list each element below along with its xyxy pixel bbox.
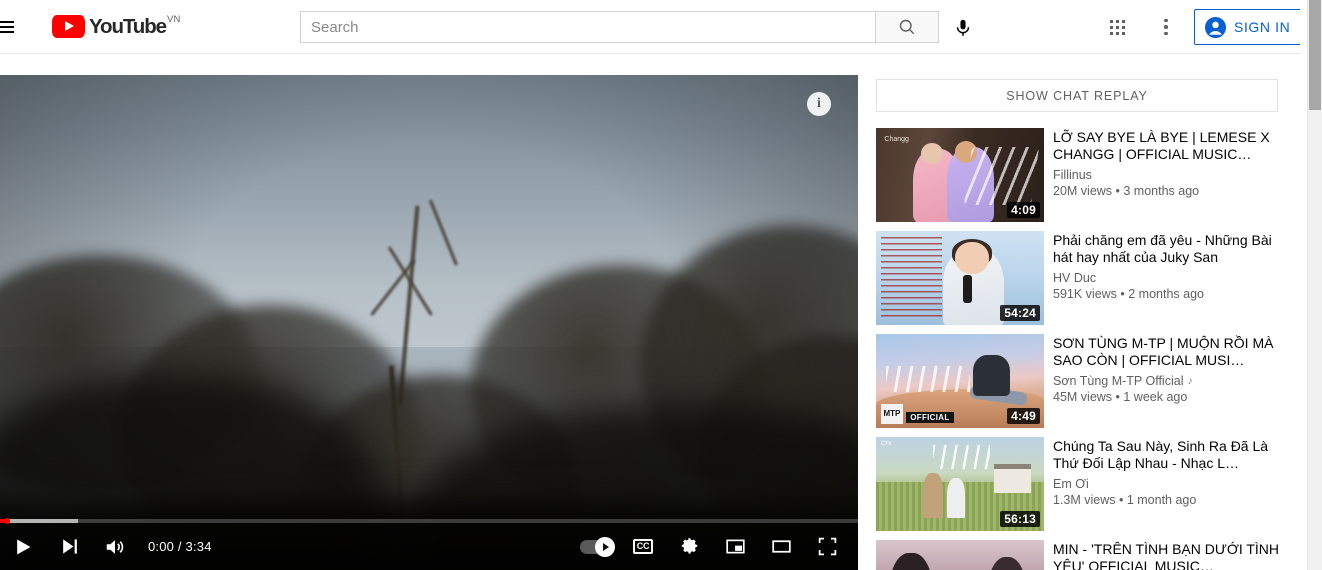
search-icon [899, 19, 915, 35]
microphone-icon [956, 19, 970, 36]
channel-name: Em Ơi [1053, 477, 1089, 491]
video-title[interactable]: Chúng Ta Sau Này, Sinh Ra Đã Là Thứ Đối … [1053, 438, 1279, 471]
video-title[interactable]: MIN - 'TRÊN TÌNH BẠN DƯỚI TÌNH YÊU' OFFI… [1053, 541, 1279, 570]
video-info: MIN - 'TRÊN TÌNH BẠN DƯỚI TÌNH YÊU' OFFI… [1044, 540, 1279, 570]
thumbnail-art [876, 540, 1044, 570]
video-duration: 4:49 [1007, 408, 1040, 424]
autoplay-toggle[interactable] [574, 523, 620, 570]
play-button[interactable] [0, 523, 46, 570]
page-scrollbar[interactable] [1307, 0, 1322, 570]
time-display: 0:00 / 3:34 [148, 539, 212, 554]
video-duration: 54:24 [1000, 305, 1040, 321]
voice-search-button[interactable] [946, 11, 980, 45]
guide-menu-button[interactable] [0, 0, 24, 54]
youtube-wordmark: YouTube [89, 14, 167, 38]
search-button[interactable] [875, 11, 939, 43]
related-videos-sidebar: SHOW CHAT REPLAY Changg 4:09 LỠ SAY BYE … [876, 75, 1300, 570]
search-bar [300, 11, 939, 43]
video-channel[interactable]: HV Duc [1053, 270, 1279, 286]
thumbnail-logo: MTP [881, 403, 903, 425]
page-right-margin [1300, 0, 1307, 570]
channel-badge-icon: ♪ [1187, 375, 1193, 387]
next-video-button[interactable] [46, 523, 92, 570]
video-thumbnail[interactable]: MTP OFFICIAL 4:49 [876, 334, 1044, 428]
fullscreen-icon [818, 537, 836, 556]
grid-apps-icon [1109, 19, 1125, 35]
related-video-item[interactable]: MIN - 'TRÊN TÌNH BẠN DƯỚI TÌNH YÊU' OFFI… [876, 540, 1288, 570]
play-icon [17, 539, 31, 554]
related-video-item[interactable]: Chx 56:13 Chúng Ta Sau Này, Sinh Ra Đã L… [876, 437, 1288, 531]
video-player[interactable]: i 0:00 / 3:34 CC [0, 75, 858, 570]
youtube-apps-button[interactable] [1101, 11, 1133, 43]
sign-in-button[interactable]: SIGN IN [1194, 9, 1303, 45]
related-video-item[interactable]: MTP OFFICIAL 4:49 SƠN TÙNG M-TP | MUỘN R… [876, 334, 1288, 428]
mute-button[interactable] [92, 523, 138, 570]
video-channel[interactable]: Sơn Tùng M-TP Official ♪ [1053, 373, 1279, 389]
video-info-button[interactable]: i [807, 92, 831, 116]
thumbnail-caption: OFFICIAL [906, 412, 954, 424]
related-video-item[interactable]: 54:24 Phải chăng em đã yêu - Những Bài h… [876, 231, 1288, 325]
sign-in-label: SIGN IN [1234, 19, 1291, 35]
show-chat-replay-label: SHOW CHAT REPLAY [1006, 88, 1148, 103]
player-controls: 0:00 / 3:34 CC [0, 523, 858, 570]
fullscreen-button[interactable] [804, 523, 850, 570]
video-info: Chúng Ta Sau Này, Sinh Ra Đã Là Thứ Đối … [1044, 437, 1279, 531]
video-title[interactable]: Phải chăng em đã yêu - Những Bài hát hay… [1053, 232, 1279, 265]
show-chat-replay-button[interactable]: SHOW CHAT REPLAY [876, 79, 1278, 112]
kebab-dot [1164, 31, 1168, 36]
player-controls-right: CC [574, 523, 858, 570]
channel-name: Sơn Tùng M-TP Official [1053, 374, 1184, 388]
youtube-logo[interactable]: YouTube VN [52, 0, 181, 54]
video-thumbnail[interactable]: Chx 56:13 [876, 437, 1044, 531]
video-title[interactable]: LỠ SAY BYE LÀ BYE | LEMESE X CHANGG | OF… [1053, 129, 1279, 162]
video-meta: 1.3M views • 1 month ago [1053, 493, 1197, 507]
volume-icon [106, 539, 124, 554]
related-video-item[interactable]: Changg 4:09 LỠ SAY BYE LÀ BYE | LEMESE X… [876, 128, 1288, 222]
miniplayer-button[interactable] [712, 523, 758, 570]
video-thumbnail[interactable]: 54:24 [876, 231, 1044, 325]
video-duration: 56:13 [1000, 511, 1040, 527]
video-channel[interactable]: Fillinus [1053, 167, 1279, 183]
cc-icon: CC [632, 539, 654, 554]
video-thumbnail[interactable]: Changg 4:09 [876, 128, 1044, 222]
hamburger-icon [0, 18, 14, 36]
video-thumbnail[interactable] [876, 540, 1044, 570]
youtube-country-code: VN [166, 13, 181, 25]
video-info: Phải chăng em đã yêu - Những Bài hát hay… [1044, 231, 1279, 325]
video-meta: 591K views • 2 months ago [1053, 287, 1204, 301]
masthead: YouTube VN SIGN [0, 0, 1310, 54]
autoplay-toggle-track [580, 536, 615, 557]
kebab-dot [1164, 25, 1168, 29]
next-track-icon [62, 539, 77, 554]
channel-name: Fillinus [1053, 168, 1092, 182]
video-channel[interactable]: Em Ơi [1053, 476, 1279, 492]
thumbnail-caption: Chx [881, 440, 892, 447]
kebab-dot [1164, 18, 1168, 23]
player-settings-button[interactable] [666, 523, 712, 570]
search-input[interactable] [300, 11, 875, 43]
thumbnail-caption: Changg [884, 135, 909, 143]
theater-icon [771, 540, 791, 553]
video-info: LỠ SAY BYE LÀ BYE | LEMESE X CHANGG | OF… [1044, 128, 1279, 222]
video-title[interactable]: SƠN TÙNG M-TP | MUỘN RỒI MÀ SAO CÒN | OF… [1053, 335, 1279, 368]
autoplay-toggle-knob [595, 536, 615, 557]
gear-icon [681, 538, 697, 554]
miniplayer-icon [725, 539, 745, 554]
captions-button[interactable]: CC [620, 523, 666, 570]
account-avatar-icon [1204, 16, 1227, 38]
video-duration: 4:09 [1007, 202, 1040, 218]
channel-name: HV Duc [1053, 271, 1097, 285]
video-meta: 45M views • 1 week ago [1053, 390, 1188, 404]
video-info: SƠN TÙNG M-TP | MUỘN RỒI MÀ SAO CÒN | OF… [1044, 334, 1279, 428]
youtube-play-icon [52, 14, 85, 38]
scrollbar-thumb[interactable] [1309, 0, 1321, 110]
settings-menu-button[interactable] [1150, 11, 1182, 43]
theater-mode-button[interactable] [758, 523, 804, 570]
video-meta: 20M views • 3 months ago [1053, 184, 1200, 198]
